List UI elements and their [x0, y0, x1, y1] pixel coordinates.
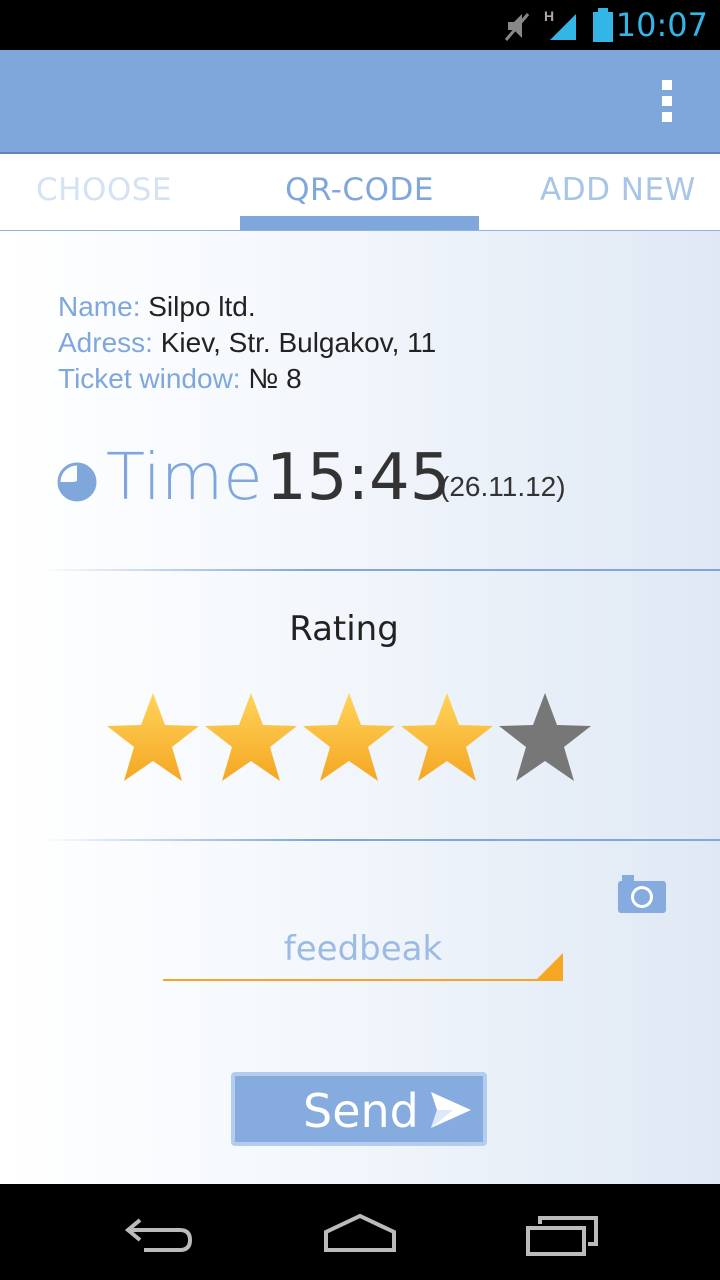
- name-row: Name: Silpo ltd.: [58, 289, 436, 325]
- star-filled-icon[interactable]: [400, 691, 494, 783]
- clock-icon: [57, 462, 97, 502]
- tab-indicator: [240, 216, 479, 230]
- battery-icon: [593, 8, 613, 42]
- back-icon[interactable]: [124, 1214, 196, 1254]
- feedback-input[interactable]: [163, 921, 563, 977]
- tab-qr-code[interactable]: QR-CODE: [240, 172, 479, 208]
- rating-label: Rating: [289, 609, 399, 649]
- feedback-field[interactable]: [163, 921, 563, 981]
- divider: [40, 839, 720, 841]
- address-row: Adress: Kiev, Str. Bulgakov, 11: [58, 325, 436, 361]
- feedback-corner-mark: [535, 953, 563, 981]
- star-empty-icon[interactable]: [498, 691, 592, 783]
- time-value: 15:45: [266, 441, 451, 515]
- time-date: (26.11.12): [440, 471, 566, 502]
- name-value: Silpo ltd.: [148, 291, 256, 322]
- send-button[interactable]: Send: [231, 1072, 487, 1146]
- signal-icon: [550, 14, 576, 40]
- address-value: Kiev, Str. Bulgakov, 11: [160, 327, 437, 358]
- overflow-menu-icon[interactable]: [660, 80, 674, 124]
- rating-stars[interactable]: [106, 691, 596, 787]
- ticket-window-value: № 8: [248, 363, 302, 394]
- qr-code-content: Name: Silpo ltd. Adress: Kiev, Str. Bulg…: [0, 231, 720, 1184]
- tab-choose[interactable]: CHOOSE: [36, 172, 172, 208]
- time-label: Time: [106, 441, 263, 515]
- star-filled-icon[interactable]: [106, 691, 200, 783]
- camera-icon[interactable]: [618, 873, 666, 913]
- send-label: Send: [303, 1084, 419, 1138]
- divider: [40, 569, 720, 571]
- mute-icon: [504, 13, 530, 41]
- navigation-bar: [0, 1184, 720, 1280]
- action-bar: [0, 50, 720, 154]
- ticket-window-label: Ticket window:: [58, 363, 241, 394]
- home-icon[interactable]: [322, 1212, 398, 1254]
- tab-bar: CHOOSE QR-CODE ADD NEW: [0, 154, 720, 232]
- tab-add-new[interactable]: ADD NEW: [540, 172, 696, 208]
- ticket-window-row: Ticket window: № 8: [58, 361, 436, 397]
- send-icon: [431, 1092, 471, 1128]
- status-time: 10:07: [615, 6, 708, 44]
- recent-apps-icon[interactable]: [526, 1216, 598, 1256]
- address-label: Adress:: [58, 327, 153, 358]
- star-filled-icon[interactable]: [302, 691, 396, 783]
- star-filled-icon[interactable]: [204, 691, 298, 783]
- status-bar: H 10:07: [0, 0, 720, 50]
- feedback-underline: [163, 979, 563, 981]
- name-label: Name:: [58, 291, 141, 322]
- ticket-details: Name: Silpo ltd. Adress: Kiev, Str. Bulg…: [58, 289, 436, 397]
